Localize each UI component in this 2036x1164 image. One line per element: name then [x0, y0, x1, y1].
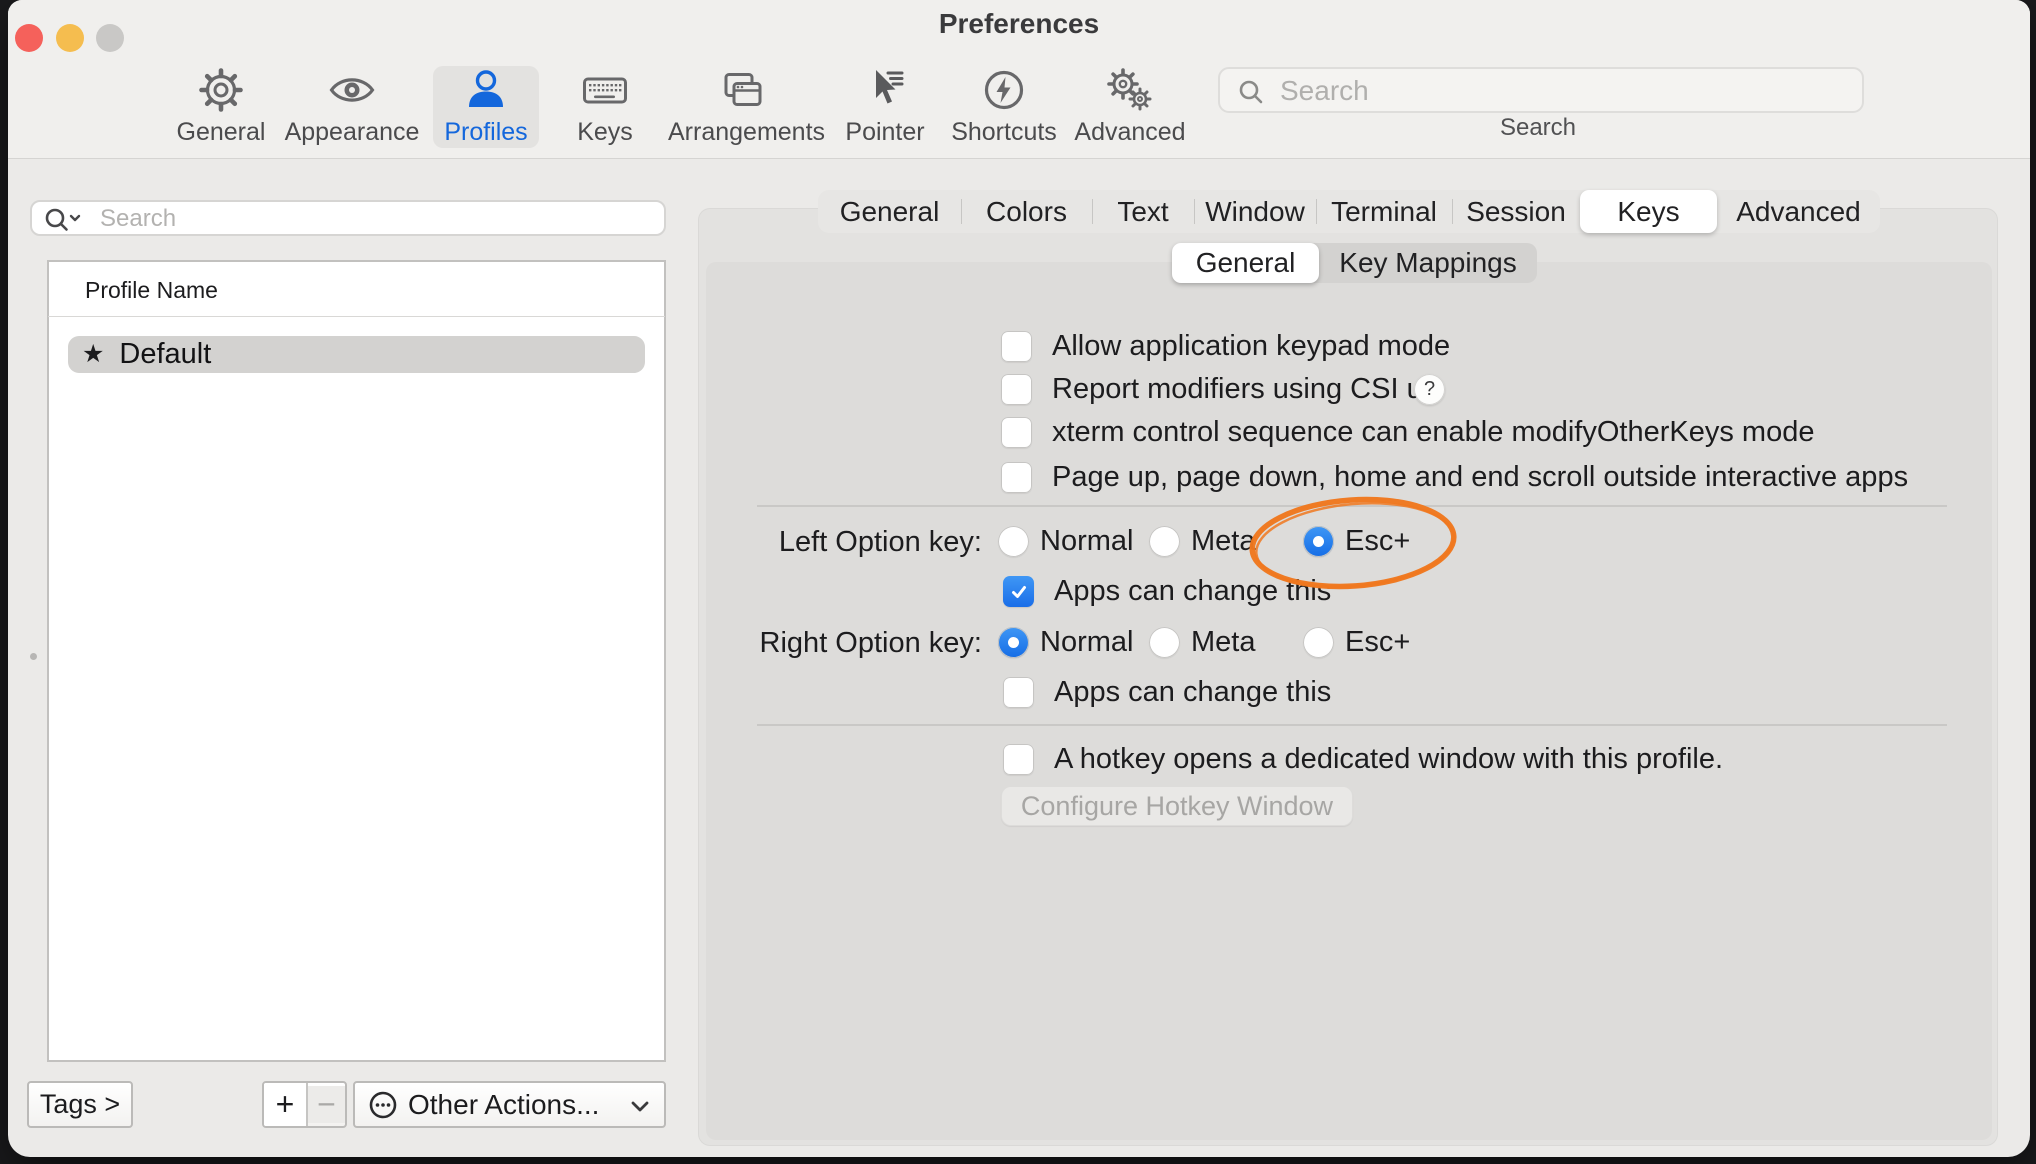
- tab-advanced[interactable]: Advanced: [1717, 190, 1880, 233]
- checkbox-left-apps-can-change[interactable]: [1003, 576, 1034, 607]
- checkbox-label[interactable]: A hotkey opens a dedicated window with t…: [1054, 744, 1723, 775]
- checkbox-row-keypad-mode: Allow application keypad mode: [1001, 331, 1450, 362]
- profile-header-divider: [48, 316, 665, 317]
- window-edge-dot: [30, 653, 37, 660]
- toolbar-item-keys[interactable]: Keys: [530, 60, 680, 150]
- toolbar-item-advanced[interactable]: Advanced: [1055, 60, 1205, 150]
- toolbar-item-label: Arrangements: [668, 118, 818, 147]
- checkbox-right-apps-can-change[interactable]: [1003, 677, 1034, 708]
- checkbox-page-scroll[interactable]: [1001, 462, 1032, 493]
- keyboard-icon: [581, 66, 629, 114]
- section-divider: [757, 724, 1947, 726]
- gear-icon: [197, 66, 245, 114]
- checkbox-label[interactable]: Page up, page down, home and end scroll …: [1052, 462, 1908, 493]
- star-icon: ★: [82, 336, 104, 373]
- toolbar-item-label: Keys: [530, 118, 680, 147]
- radio-right-normal[interactable]: [998, 627, 1029, 658]
- configure-hotkey-window-label: Configure Hotkey Window: [1021, 791, 1333, 822]
- right-option-esc: Esc+: [1303, 627, 1410, 658]
- right-option-meta: Meta: [1149, 627, 1255, 658]
- profile-list-header: Profile Name: [85, 277, 218, 304]
- toolbar-divider: [8, 158, 2030, 159]
- radio-label[interactable]: Meta: [1191, 627, 1255, 658]
- tab-session[interactable]: Session: [1452, 190, 1580, 233]
- profile-tab-bar: General Colors Text Window Terminal Sess…: [818, 190, 1880, 233]
- subtab-key-mappings[interactable]: Key Mappings: [1319, 243, 1537, 283]
- left-option-normal: Normal: [998, 526, 1133, 557]
- keys-subtab-bar: General Key Mappings: [1172, 243, 1537, 283]
- windows-icon: [719, 66, 767, 114]
- radio-left-meta[interactable]: [1149, 526, 1180, 557]
- toolbar-search-caption: Search: [1438, 114, 1638, 142]
- radio-right-esc[interactable]: [1303, 627, 1334, 658]
- checkbox-modifyotherkeys[interactable]: [1001, 417, 1032, 448]
- gears-icon: [1106, 66, 1154, 114]
- configure-hotkey-window-button-disabled: Configure Hotkey Window: [1001, 786, 1353, 826]
- tab-window[interactable]: Window: [1194, 190, 1316, 233]
- checkbox-csi-u[interactable]: [1001, 374, 1032, 405]
- other-actions-dropdown[interactable]: Other Actions...: [353, 1081, 666, 1128]
- tab-keys[interactable]: Keys: [1580, 190, 1717, 233]
- radio-label[interactable]: Esc+: [1345, 627, 1410, 658]
- other-actions-label: Other Actions...: [408, 1089, 599, 1121]
- toolbar-search-input[interactable]: [1278, 71, 1852, 111]
- remove-profile-button-disabled: −: [308, 1086, 345, 1123]
- eye-icon: [328, 66, 376, 114]
- radio-right-meta[interactable]: [1149, 627, 1180, 658]
- toolbar-search-field[interactable]: [1218, 67, 1864, 113]
- left-option-key-label: Left Option key:: [698, 527, 982, 558]
- right-option-key-label: Right Option key:: [698, 628, 982, 659]
- profile-search-field[interactable]: [30, 200, 666, 236]
- toolbar-item-label: General: [146, 118, 296, 147]
- radio-label[interactable]: Normal: [1040, 627, 1133, 658]
- search-menu-icon: [44, 207, 90, 233]
- tags-button[interactable]: Tags >: [27, 1081, 133, 1128]
- toolbar-item-label: Appearance: [277, 118, 427, 147]
- check-icon: [1010, 583, 1028, 601]
- checkbox-keypad-mode[interactable]: [1001, 331, 1032, 362]
- radio-left-normal[interactable]: [998, 526, 1029, 557]
- search-icon: [1238, 79, 1264, 105]
- tab-terminal[interactable]: Terminal: [1316, 190, 1452, 233]
- checkbox-label[interactable]: xterm control sequence can enable modify…: [1052, 417, 1814, 448]
- ellipsis-circle-icon: [368, 1090, 398, 1120]
- hotkey-row: A hotkey opens a dedicated window with t…: [1003, 744, 1723, 775]
- toolbar-item-general[interactable]: General: [146, 60, 296, 150]
- checkbox-label[interactable]: Apps can change this: [1054, 677, 1331, 708]
- chevron-down-icon: [630, 1099, 650, 1113]
- profile-name: Default: [119, 338, 211, 371]
- right-apps-can-change-row: Apps can change this: [1003, 677, 1331, 708]
- window-title: Preferences: [8, 8, 2030, 40]
- annotation-ellipse-icon: [1242, 489, 1464, 599]
- tags-button-label: Tags >: [40, 1089, 120, 1120]
- profile-list: [47, 260, 666, 1062]
- checkbox-label[interactable]: Report modifiers using CSI u: [1052, 374, 1423, 405]
- help-button[interactable]: ?: [1414, 374, 1445, 405]
- checkbox-row-csi-u: Report modifiers using CSI u: [1001, 374, 1423, 405]
- add-profile-button[interactable]: +: [264, 1083, 308, 1126]
- tab-general[interactable]: General: [818, 190, 961, 233]
- tab-text[interactable]: Text: [1092, 190, 1194, 233]
- checkbox-row-modifyotherkeys: xterm control sequence can enable modify…: [1001, 417, 1814, 448]
- profile-search-input[interactable]: [98, 203, 652, 235]
- subtab-general[interactable]: General: [1172, 243, 1319, 283]
- radio-label[interactable]: Normal: [1040, 526, 1133, 557]
- left-option-meta: Meta: [1149, 526, 1255, 557]
- person-icon: [462, 66, 510, 114]
- toolbar-item-label: Advanced: [1055, 118, 1205, 147]
- cursor-icon: [861, 66, 909, 114]
- add-remove-profile-group: + −: [262, 1081, 347, 1128]
- checkbox-label[interactable]: Allow application keypad mode: [1052, 331, 1450, 362]
- right-option-normal: Normal: [998, 627, 1133, 658]
- toolbar-item-arrangements[interactable]: Arrangements: [668, 60, 818, 150]
- tab-colors[interactable]: Colors: [961, 190, 1092, 233]
- preferences-window: Preferences General Appearance: [0, 0, 2036, 1164]
- toolbar-item-appearance[interactable]: Appearance: [277, 60, 427, 150]
- checkbox-hotkey-window[interactable]: [1003, 744, 1034, 775]
- lightning-icon: [980, 66, 1028, 114]
- profile-row-default[interactable]: ★ Default: [68, 336, 645, 373]
